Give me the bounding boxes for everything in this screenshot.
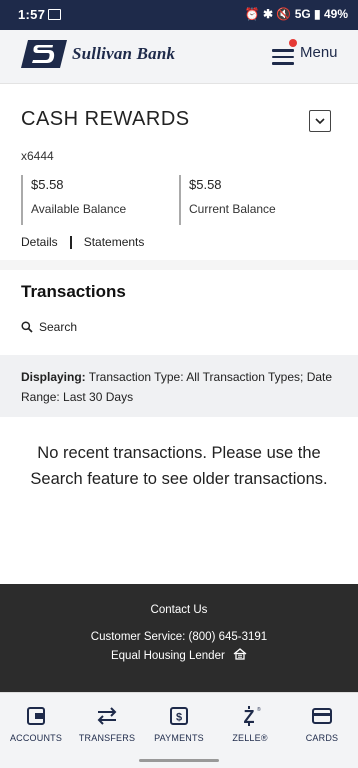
notification-dot-icon — [289, 39, 297, 47]
available-balance-label: Available Balance — [31, 202, 127, 216]
contact-us-link[interactable]: Contact Us — [0, 604, 358, 616]
tab-zelle[interactable]: Z ® ZELLE® — [214, 693, 286, 753]
current-balance-label: Current Balance — [189, 202, 276, 216]
footer: Contact Us Customer Service: (800) 645-3… — [0, 584, 358, 692]
status-indicators: ⏰ ✱ 🔇 5G ▮ 49% — [244, 7, 348, 21]
transactions-heading: Transactions — [21, 282, 126, 301]
displaying-label: Displaying: — [21, 370, 86, 384]
account-selector-button[interactable] — [309, 110, 331, 132]
zelle-icon: Z ® — [244, 706, 261, 727]
search-icon — [21, 321, 33, 333]
status-bar: 1:57 ⏰ ✱ 🔇 5G ▮ 49% — [0, 0, 358, 30]
app-header: Sullivan Bank Menu — [0, 30, 358, 84]
equal-housing-lender: Equal Housing Lender — [0, 648, 358, 662]
current-balance-amount: $5.58 — [189, 177, 222, 192]
dollar-bill-icon: $ — [170, 707, 188, 725]
tab-accounts[interactable]: ACCOUNTS — [0, 693, 72, 753]
tab-payments[interactable]: $ PAYMENTS — [143, 693, 215, 753]
menu-label: Menu — [300, 44, 338, 61]
tab-transfers[interactable]: TRANSFERS — [71, 693, 143, 753]
tab-transfers-label: TRANSFERS — [78, 733, 136, 743]
svg-text:$: $ — [176, 712, 182, 724]
bank-name: Sullivan Bank — [72, 44, 176, 63]
customer-service-phone[interactable]: Customer Service: (800) 645-3191 — [0, 631, 358, 643]
wallet-icon — [27, 707, 45, 725]
filter-summary: Displaying: Transaction Type: All Transa… — [0, 355, 358, 417]
tab-cards-label: CARDS — [305, 733, 339, 743]
hamburger-icon — [272, 49, 294, 65]
available-balance: $5.58 Available Balance — [21, 175, 126, 225]
home-indicator[interactable] — [139, 759, 219, 762]
empty-state-message: No recent transactions. Please use the S… — [30, 444, 328, 488]
account-links: Details Statements — [21, 235, 145, 250]
gesture-bar — [0, 752, 358, 768]
current-balance: $5.58 Current Balance — [179, 175, 276, 225]
menu-button[interactable]: Menu — [270, 39, 350, 72]
search-button[interactable]: Search — [21, 320, 77, 334]
tab-payments-label: PAYMENTS — [154, 733, 204, 743]
sullivan-bank-logo-icon — [21, 40, 67, 68]
section-divider — [0, 260, 358, 270]
statements-link[interactable]: Statements — [84, 235, 145, 249]
link-divider — [69, 236, 72, 250]
bottom-tab-bar: ACCOUNTS TRANSFERS $ PAYMENTS Z ® ZELLE® — [0, 692, 358, 753]
account-title: CASH REWARDS — [21, 108, 190, 130]
tab-zelle-label: ZELLE® — [232, 733, 268, 743]
available-balance-amount: $5.58 — [31, 177, 64, 192]
tab-cards[interactable]: CARDS — [286, 693, 358, 753]
tab-accounts-label: ACCOUNTS — [9, 733, 63, 743]
chevron-down-icon — [315, 118, 325, 125]
equal-housing-icon — [233, 648, 247, 660]
gallery-notification-icon — [48, 9, 61, 20]
account-number: x6444 — [21, 149, 54, 163]
svg-text:®: ® — [257, 706, 261, 713]
status-time: 1:57 — [18, 7, 46, 22]
search-label: Search — [39, 320, 78, 334]
equal-housing-text: Equal Housing Lender — [110, 650, 225, 662]
transfer-arrows-icon — [97, 707, 117, 725]
details-link[interactable]: Details — [21, 235, 58, 249]
credit-card-icon — [312, 708, 332, 724]
